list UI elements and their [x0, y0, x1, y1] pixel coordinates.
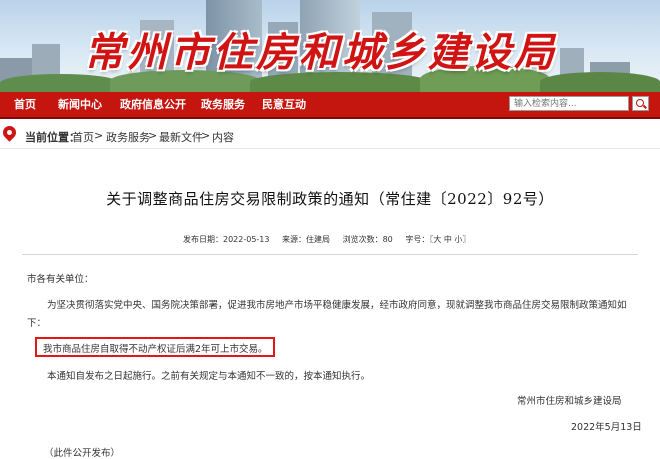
article-meta: 发布日期：2022-05-13 来源：住建局 浏览次数：80 字号：〖大 中 小… [183, 234, 480, 245]
nav-item-services[interactable]: 政务服务 [201, 96, 245, 112]
highlighted-policy: 我市商品住房自取得不动产权证后满2年可上市交易。 [43, 344, 268, 355]
search-button[interactable] [632, 96, 649, 111]
article-title: 关于调整商品住房交易限制政策的通知（常住建〔2022〕92号） [106, 190, 554, 208]
header-banner: 常州市住房和城乡建设局 [0, 0, 660, 92]
breadcrumb-home[interactable]: 首页 [72, 129, 94, 145]
breadcrumb: 当前位置： 首页 > 政务服务 > 最新文件 > 内容 [0, 123, 660, 149]
divider [22, 254, 638, 255]
paragraph-intro-line2: 下： [27, 318, 47, 329]
breadcrumb-latest-files[interactable]: 最新文件 [159, 129, 203, 145]
breadcrumb-content: 内容 [212, 131, 234, 144]
breadcrumb-separator: > [201, 129, 211, 142]
signature-org: 常州市住房和城乡建设局 [517, 396, 622, 407]
nav-item-gov-info[interactable]: 政府信息公开 [120, 96, 186, 112]
nav-item-home[interactable]: 首页 [14, 96, 36, 112]
view-count: 浏览次数：80 [342, 235, 393, 244]
salutation: 市各有关单位： [27, 274, 94, 285]
breadcrumb-services[interactable]: 政务服务 [106, 129, 150, 145]
article-source: 来源：住建局 [282, 235, 331, 244]
nav-item-news[interactable]: 新闻中心 [58, 96, 102, 112]
breadcrumb-separator: > [148, 129, 158, 142]
tree-shape [540, 72, 660, 92]
main-nav: 首页 新闻中心 政府信息公开 政务服务 民意互动 [0, 92, 660, 119]
breadcrumb-separator: > [94, 129, 104, 142]
paragraph-effective: 本通知自发布之日起施行。之前有关规定与本通知不一致的，按本通知执行。 [47, 371, 371, 382]
publish-date: 发布日期：2022-05-13 [183, 235, 270, 244]
public-release-note: （此件公开发布） [44, 448, 121, 459]
font-size-selector[interactable]: 字号：〖大 中 小〗 [405, 235, 470, 244]
site-title: 常州市住房和城乡建设局 [84, 29, 557, 76]
nav-item-public-opinion[interactable]: 民意互动 [262, 96, 306, 112]
signature-date: 2022年5月13日 [571, 422, 642, 433]
search-input[interactable] [509, 96, 629, 111]
location-pin-icon [0, 123, 19, 142]
paragraph-intro-line1: 为坚决贯彻落实党中央、国务院决策部署，促进我市房地产市场平稳健康发展，经市政府同… [47, 300, 627, 311]
